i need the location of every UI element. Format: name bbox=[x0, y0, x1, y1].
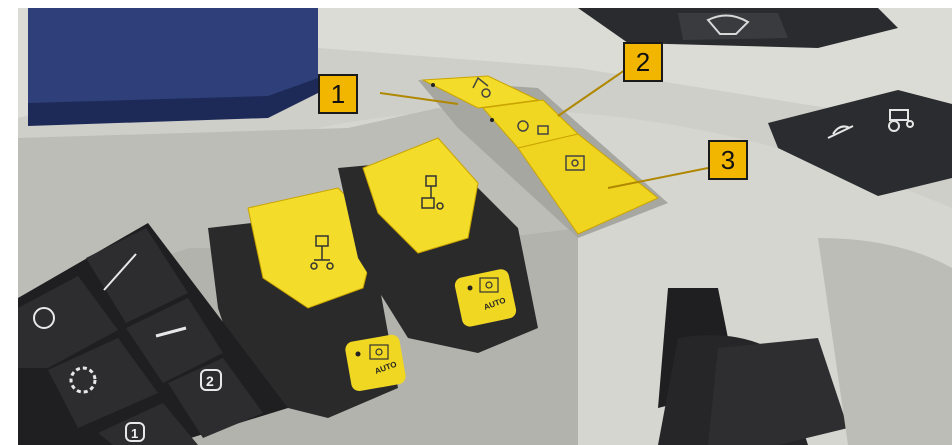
left-auto-button[interactable] bbox=[344, 334, 407, 393]
screenshot-frame: AUTO AUTO 2 1 1 2 3 bbox=[0, 0, 952, 445]
console-illustration: AUTO AUTO 2 1 bbox=[18, 8, 952, 445]
key-2-label: 2 bbox=[206, 373, 214, 389]
callout-1-number: 1 bbox=[330, 78, 346, 109]
right-auto-indicator bbox=[467, 285, 473, 291]
callout-3: 3 bbox=[708, 140, 748, 180]
switch-1-indicator bbox=[431, 83, 435, 87]
left-auto-indicator bbox=[355, 351, 361, 357]
callout-3-number: 3 bbox=[720, 144, 736, 175]
tractor-console-photo: AUTO AUTO 2 1 1 2 3 bbox=[18, 8, 952, 445]
key-1-label: 1 bbox=[131, 426, 138, 441]
callout-2: 2 bbox=[623, 42, 663, 82]
callout-2-number: 2 bbox=[635, 46, 651, 77]
callout-1: 1 bbox=[318, 74, 358, 114]
switch-2-indicator bbox=[490, 118, 494, 122]
